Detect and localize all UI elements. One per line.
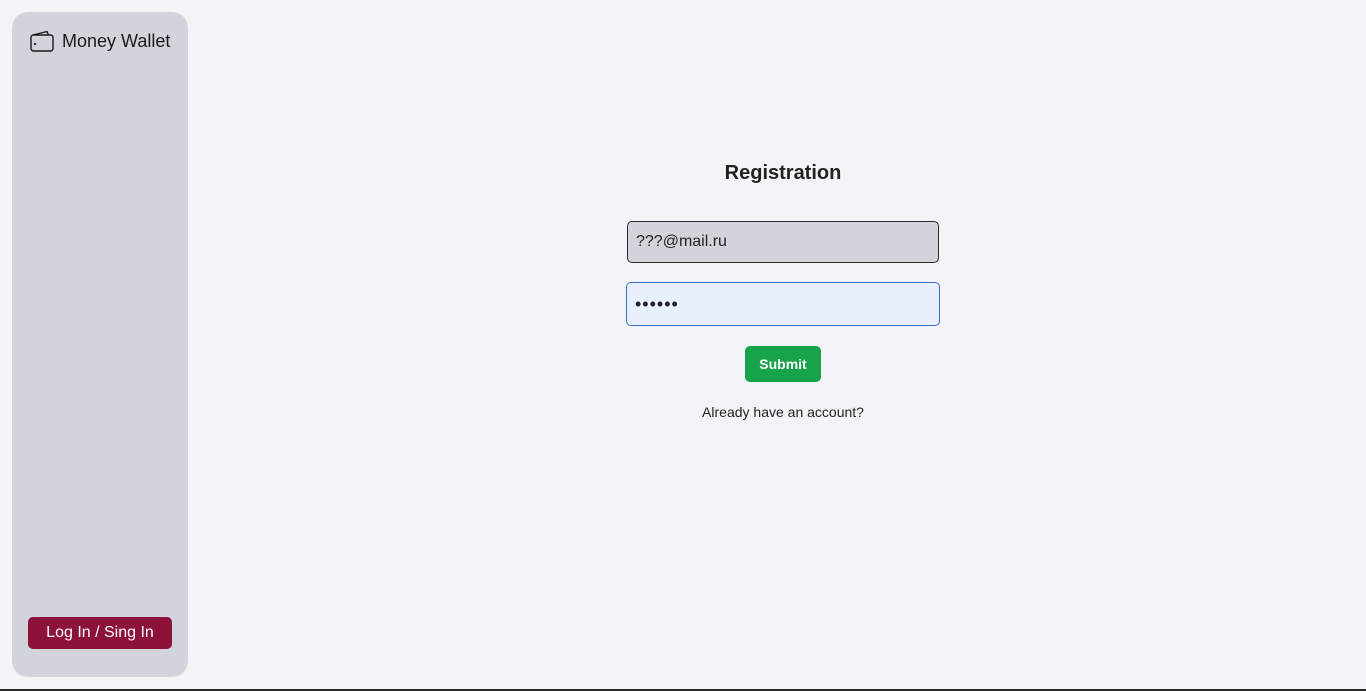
brand[interactable]: Money Wallet — [30, 30, 170, 52]
main-content: Registration Submit Already have an acco… — [200, 0, 1366, 689]
sidebar: Money Wallet Log In / Sing In — [12, 12, 188, 677]
email-field[interactable] — [627, 221, 939, 263]
submit-button[interactable]: Submit — [745, 346, 821, 382]
page: Money Wallet Log In / Sing In Registrati… — [0, 0, 1366, 691]
already-have-account-link[interactable]: Already have an account? — [702, 404, 864, 420]
wallet-icon — [30, 30, 54, 52]
registration-form: Registration Submit Already have an acco… — [626, 162, 940, 420]
form-title: Registration — [724, 162, 842, 184]
login-signin-button[interactable]: Log In / Sing In — [28, 617, 172, 649]
brand-title: Money Wallet — [62, 30, 171, 51]
password-field[interactable] — [626, 282, 940, 326]
